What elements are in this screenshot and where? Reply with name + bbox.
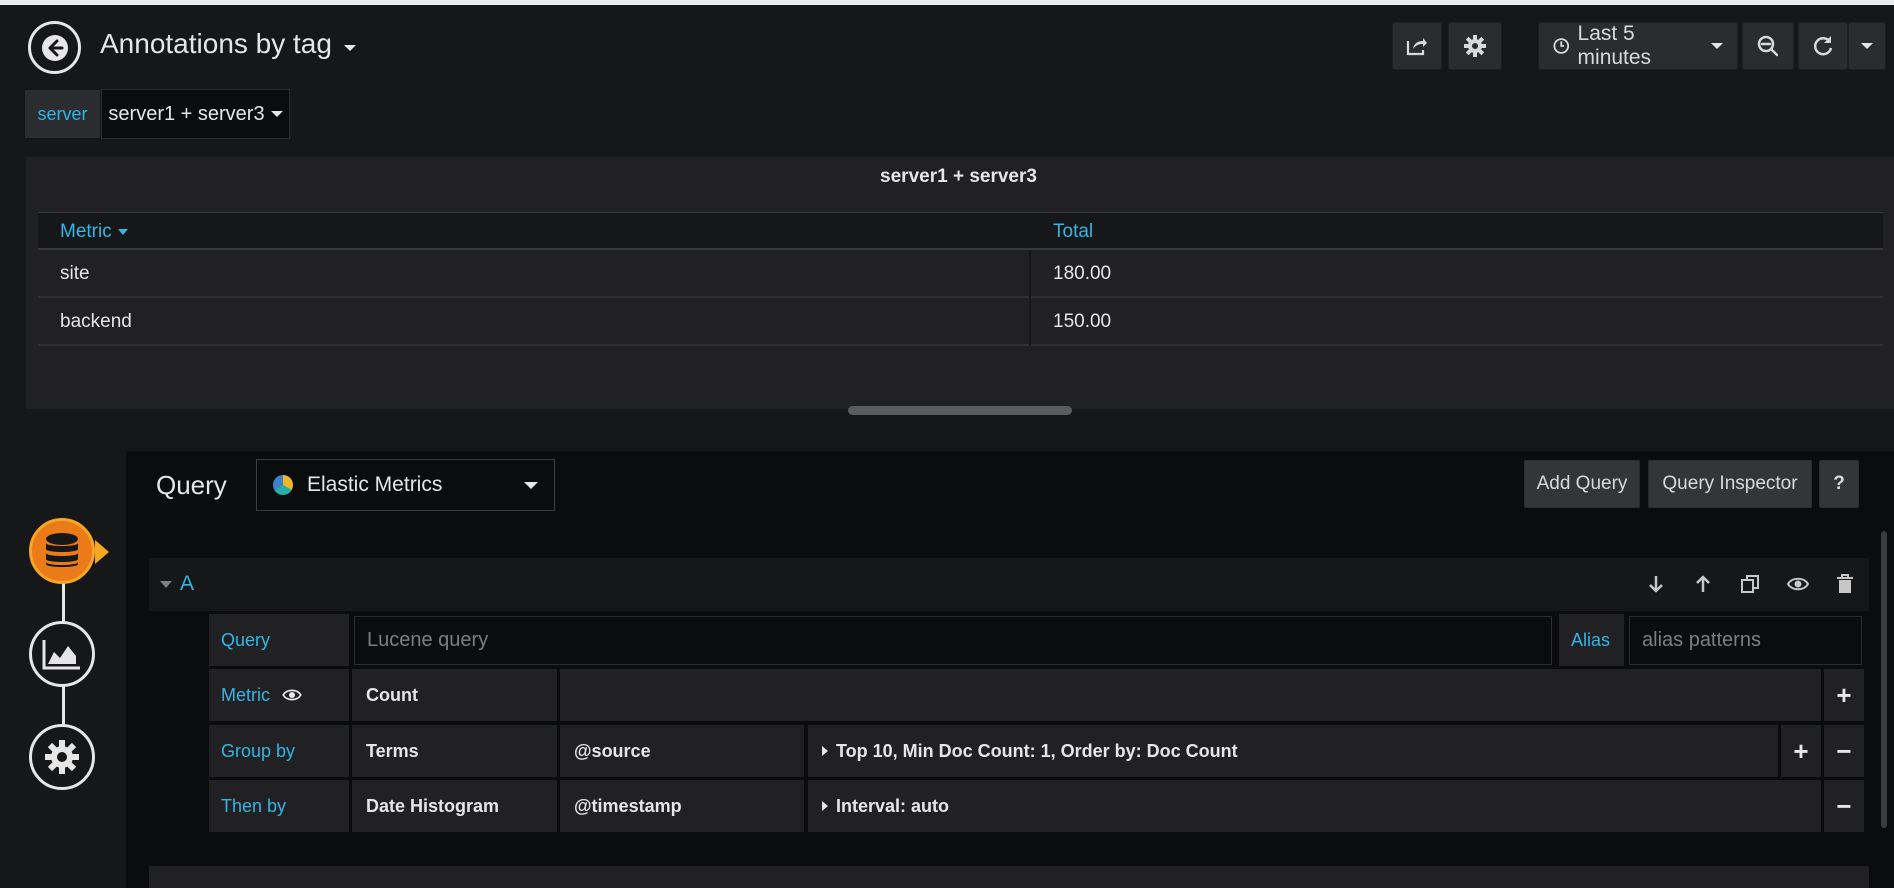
table-row: backend 150.00 <box>38 298 1883 346</box>
datasource-name: Elastic Metrics <box>307 473 443 496</box>
share-button[interactable] <box>1392 22 1442 70</box>
chevron-down-icon <box>270 111 283 117</box>
variable-label: server <box>24 89 101 139</box>
refresh-icon <box>1813 36 1833 56</box>
alias-label: Alias <box>1559 614 1624 666</box>
table-cell: 150.00 <box>1053 311 1112 332</box>
zoom-out-icon <box>1757 35 1779 57</box>
table-cell: backend <box>60 311 132 332</box>
scrollbar[interactable] <box>1881 531 1887 828</box>
duplicate-button[interactable] <box>1738 572 1762 596</box>
metric-label-text: Metric <box>221 684 270 705</box>
area-chart-icon <box>42 640 80 670</box>
then-by-options-text: Interval: auto <box>836 795 950 816</box>
time-range-label: Last 5 minutes <box>1577 22 1652 69</box>
sort-desc-icon <box>117 229 128 235</box>
arrow-down-icon <box>1649 576 1663 593</box>
column-header-metric[interactable]: Metric <box>60 221 128 243</box>
caret-right-icon <box>822 746 828 756</box>
caret-right-icon <box>822 801 828 811</box>
metric-type-select[interactable]: Count <box>352 669 557 721</box>
metric-label: Metric <box>209 669 349 721</box>
metric-empty-segment <box>560 669 1821 721</box>
dashboard-title-text: Annotations by tag <box>100 28 332 59</box>
then-by-label: Then by <box>209 780 349 832</box>
next-section-strip <box>149 866 1869 888</box>
refresh-button[interactable] <box>1798 22 1848 70</box>
gear-wrench-icon <box>45 740 79 774</box>
top-edge <box>0 0 1894 5</box>
then-by-options-toggle[interactable]: Interval: auto <box>808 780 1821 832</box>
table-cell: 180.00 <box>1053 263 1112 284</box>
lucene-query-input[interactable]: Lucene query <box>354 616 1552 665</box>
copy-icon <box>1741 575 1759 593</box>
gear-icon <box>1464 35 1486 57</box>
column-divider <box>1029 250 1031 298</box>
query-row-header <box>149 558 1869 611</box>
eye-icon[interactable] <box>282 688 302 702</box>
eye-icon <box>1787 577 1809 591</box>
delete-query-button[interactable] <box>1833 572 1857 596</box>
add-metric-button[interactable]: + <box>1824 669 1864 721</box>
table-cell: site <box>60 263 90 284</box>
settings-button[interactable] <box>1448 22 1502 70</box>
refresh-interval-dropdown[interactable] <box>1848 22 1886 70</box>
remove-group-by-button[interactable]: − <box>1824 725 1864 777</box>
panel-title[interactable]: server1 + server3 <box>26 166 1891 188</box>
then-by-field-select[interactable]: @timestamp <box>560 780 804 832</box>
variable-select[interactable]: server1 + server3 <box>101 89 290 139</box>
help-button[interactable]: ? <box>1819 460 1859 508</box>
time-picker-button[interactable]: Last 5 minutes <box>1538 22 1738 70</box>
back-button[interactable] <box>28 21 81 74</box>
chevron-down-icon <box>343 45 356 51</box>
queries-tab[interactable] <box>29 518 95 584</box>
variable-value: server1 + server3 <box>108 102 265 125</box>
chevron-down-icon <box>1861 43 1873 49</box>
chevron-down-icon <box>1711 43 1723 49</box>
column-divider <box>1029 298 1031 346</box>
group-by-options-text: Top 10, Min Doc Count: 1, Order by: Doc … <box>836 740 1238 761</box>
add-query-button[interactable]: Add Query <box>1524 460 1640 508</box>
collapse-caret-icon <box>160 580 172 588</box>
datasource-select[interactable]: Elastic Metrics <box>256 459 555 511</box>
column-header-total[interactable]: Total <box>1053 221 1093 243</box>
column-header-label: Metric <box>60 221 112 242</box>
clock-icon <box>1553 38 1570 54</box>
query-inspector-button[interactable]: Query Inspector <box>1648 460 1812 508</box>
table-row: site 180.00 <box>38 250 1883 298</box>
query-row-toggle[interactable]: A <box>160 572 194 596</box>
share-icon <box>1406 38 1427 56</box>
move-up-button[interactable] <box>1691 572 1715 596</box>
alias-input[interactable]: alias patterns <box>1629 616 1862 665</box>
database-icon <box>46 533 78 567</box>
arrow-left-icon <box>41 34 68 61</box>
table-header: Metric Total <box>38 212 1883 250</box>
chevron-down-icon <box>524 482 538 489</box>
elasticsearch-icon <box>273 475 293 495</box>
group-by-field-select[interactable]: @source <box>560 725 804 777</box>
query-ref-id: A <box>180 572 195 595</box>
column-header-label: Total <box>1053 221 1094 242</box>
query-editor-title: Query <box>156 470 227 500</box>
trash-icon <box>1837 574 1853 593</box>
general-tab[interactable] <box>29 724 95 790</box>
dashboard-title[interactable]: Annotations by tag <box>100 28 356 60</box>
group-by-label: Group by <box>209 725 349 777</box>
remove-then-by-button[interactable]: − <box>1824 780 1864 832</box>
query-label: Query <box>209 614 349 666</box>
panel-resize-handle[interactable] <box>848 406 1072 415</box>
arrow-up-icon <box>1696 575 1710 592</box>
zoom-out-button[interactable] <box>1742 22 1794 70</box>
add-group-by-button[interactable]: + <box>1781 725 1821 777</box>
group-by-options-toggle[interactable]: Top 10, Min Doc Count: 1, Order by: Doc … <box>808 725 1778 777</box>
active-step-pointer <box>95 540 109 564</box>
move-down-button[interactable] <box>1644 572 1668 596</box>
visualization-tab[interactable] <box>29 621 95 687</box>
then-by-type-select[interactable]: Date Histogram <box>352 780 557 832</box>
group-by-type-select[interactable]: Terms <box>352 725 557 777</box>
toggle-visibility-button[interactable] <box>1786 572 1810 596</box>
